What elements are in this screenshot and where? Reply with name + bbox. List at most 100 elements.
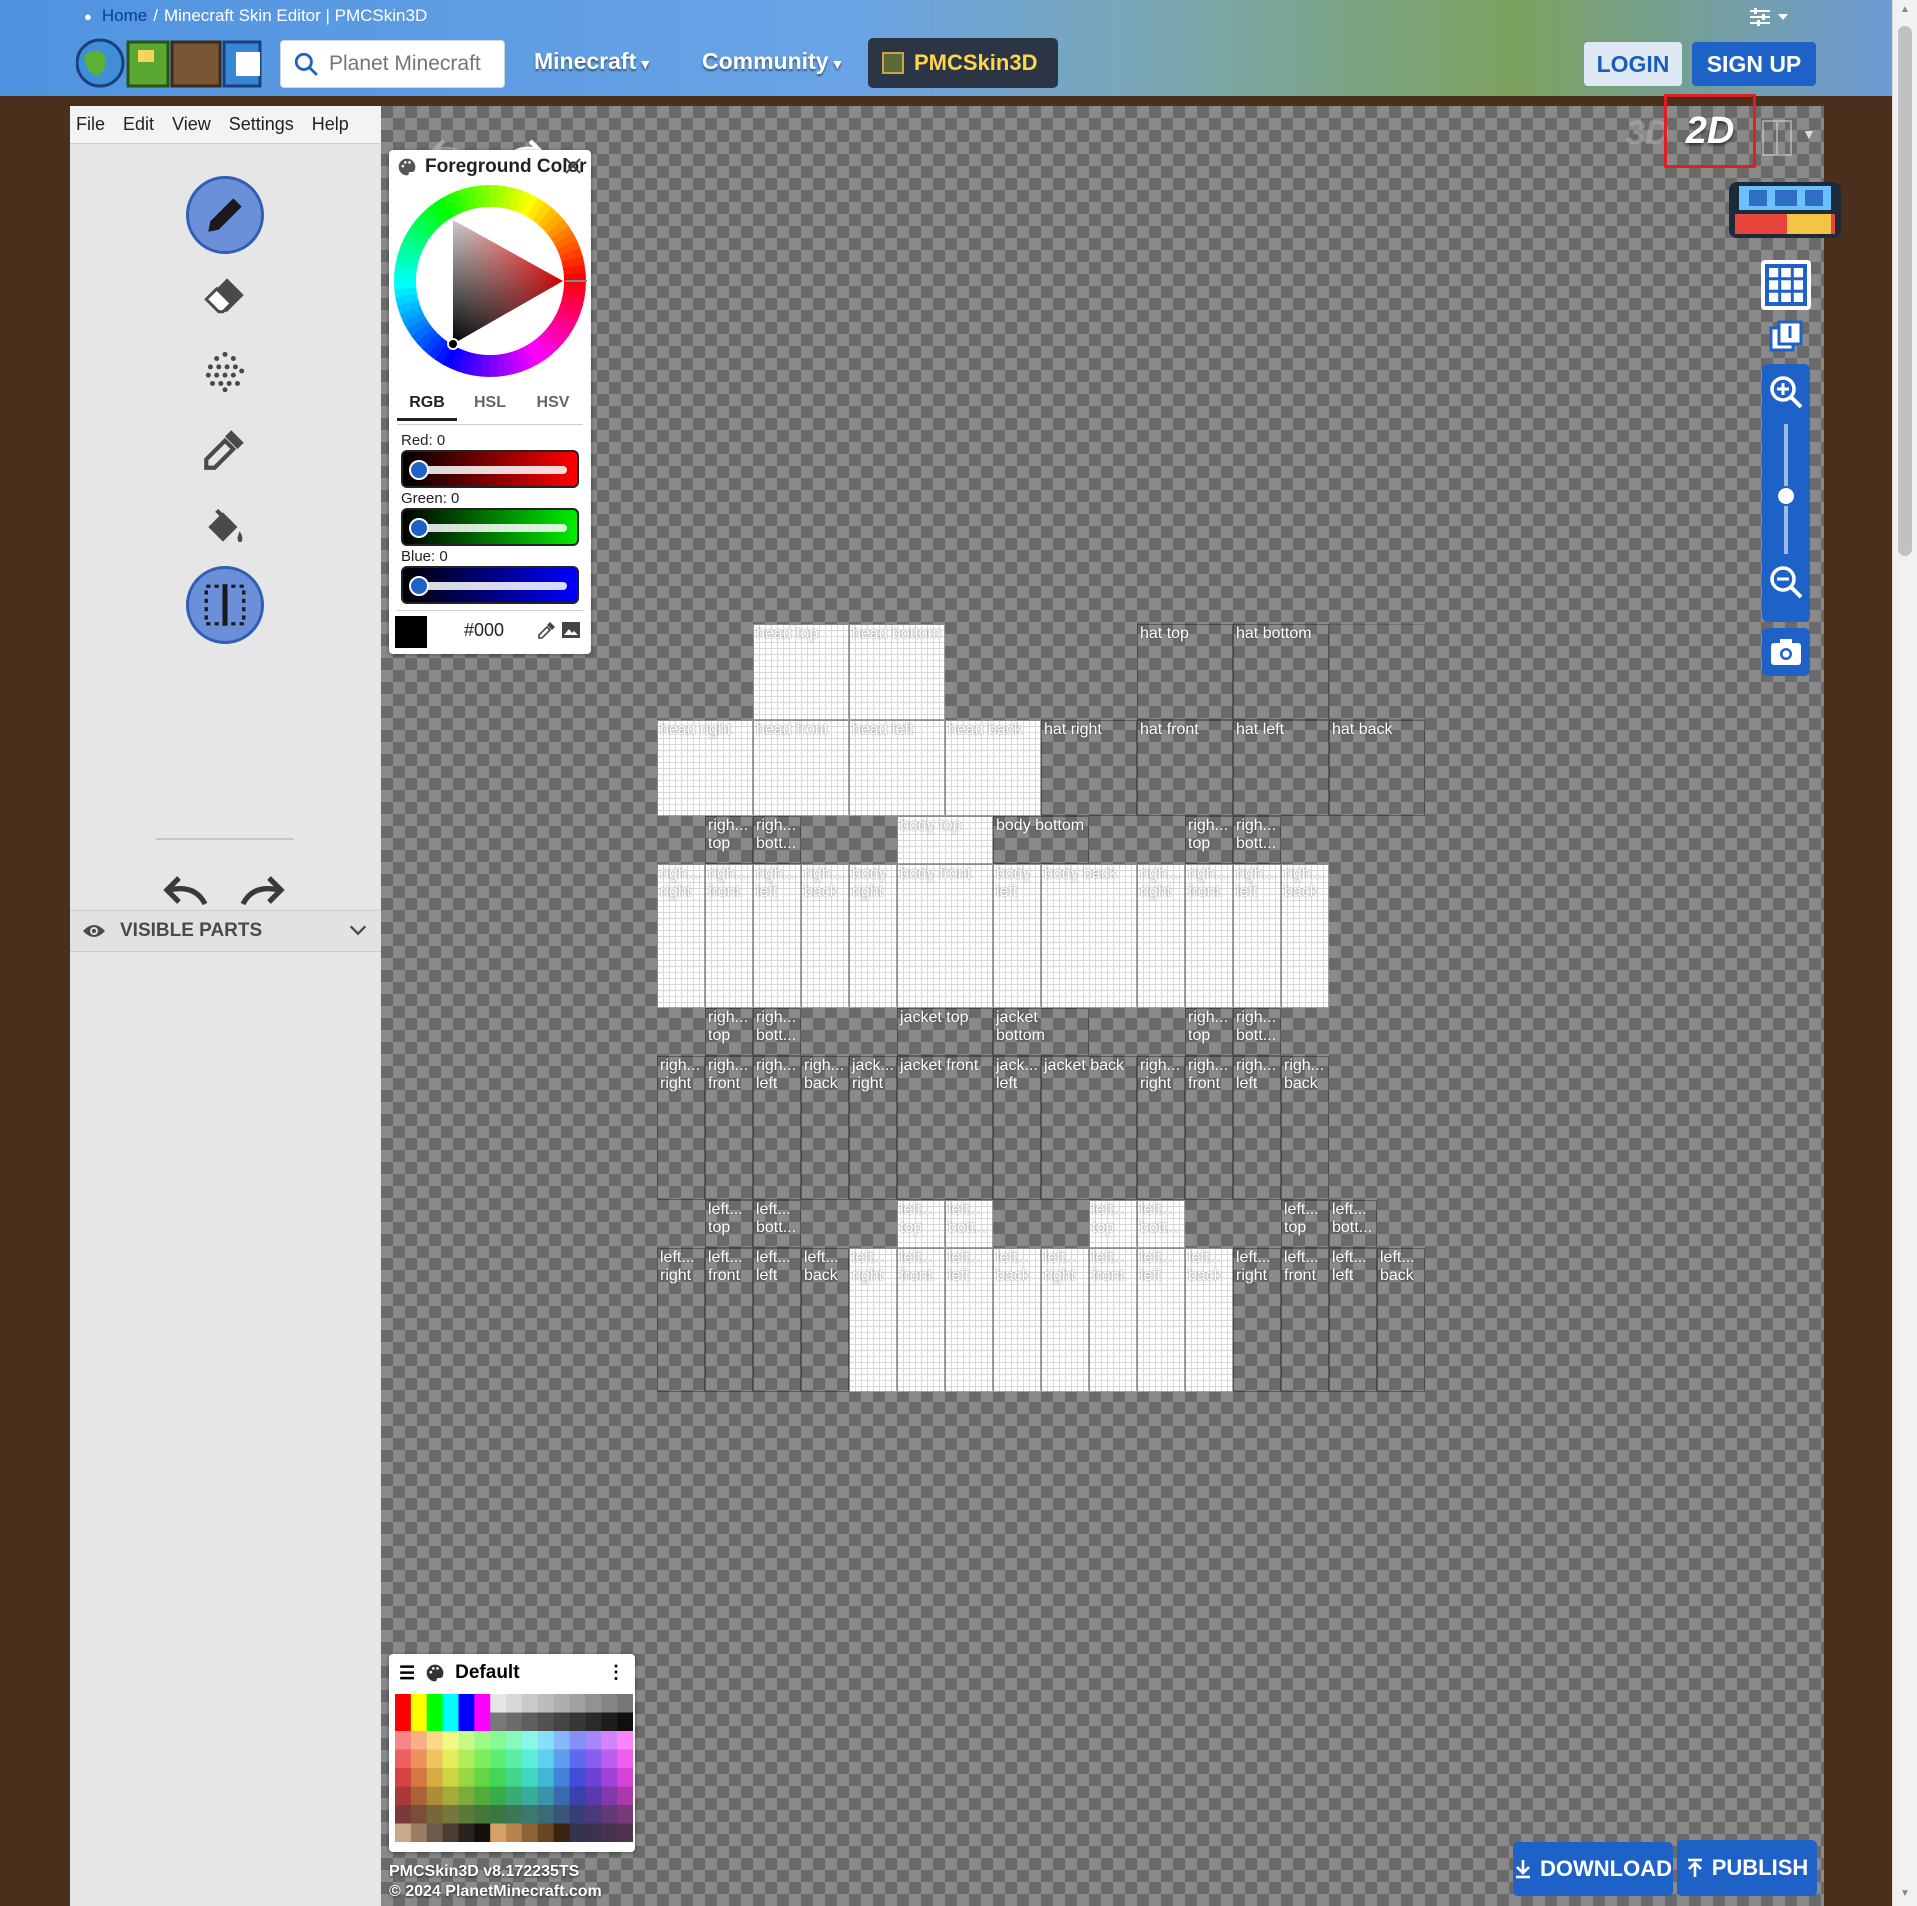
palette-swatch[interactable]: [585, 1823, 602, 1843]
palette-swatch[interactable]: [410, 1694, 428, 1713]
palette-swatch[interactable]: [521, 1805, 539, 1824]
uv-left-leg-back[interactable]: left... back: [993, 1248, 1041, 1392]
palette-swatch[interactable]: [601, 1712, 618, 1732]
palette-swatch[interactable]: [395, 1805, 412, 1824]
uv-left-arm-front[interactable]: left... front: [1089, 1248, 1137, 1392]
uv-head-front[interactable]: head front: [753, 720, 849, 816]
uv-left-pants-bottom[interactable]: left... bott...: [753, 1200, 801, 1248]
editor-canvas[interactable]: 3D 2D ▼ head top head bottom hat top hat…: [381, 94, 1841, 1906]
uv-body-left[interactable]: body left: [993, 864, 1041, 1008]
more-options-icon[interactable]: ⋮: [607, 1662, 625, 1683]
palette-swatch[interactable]: [458, 1768, 475, 1787]
palette-swatch[interactable]: [458, 1731, 475, 1750]
palette-swatch[interactable]: [553, 1823, 571, 1843]
uv-right-leg-front[interactable]: righ... front: [705, 864, 753, 1008]
palette-swatch[interactable]: [426, 1712, 444, 1732]
palette-swatch[interactable]: [395, 1712, 412, 1732]
uv-right-arm-bottom[interactable]: righ... bott...: [1233, 816, 1281, 864]
uv-right-sleeve-top[interactable]: righ... top: [1185, 1008, 1233, 1056]
scrollbar-thumb[interactable]: [1898, 26, 1912, 556]
palette-swatch[interactable]: [410, 1805, 428, 1824]
uv-hat-back[interactable]: hat back: [1329, 720, 1425, 816]
red-slider-handle[interactable]: [409, 460, 429, 480]
palette-swatch[interactable]: [521, 1749, 539, 1769]
signup-button[interactable]: SIGN UP: [1692, 42, 1816, 86]
palette-swatch[interactable]: [506, 1768, 523, 1787]
palette-swatch[interactable]: [553, 1805, 571, 1824]
uv-hat-top[interactable]: hat top: [1137, 624, 1233, 720]
palette-swatch[interactable]: [521, 1712, 539, 1732]
palette-swatch[interactable]: [410, 1712, 428, 1732]
uv-body-bottom[interactable]: body bottom: [993, 816, 1089, 864]
green-slider-handle[interactable]: [409, 518, 429, 538]
uv-right-pants-top[interactable]: righ... top: [705, 1008, 753, 1056]
uv-left-leg-right[interactable]: left... right: [849, 1248, 897, 1392]
uv-left-pants-back[interactable]: left... back: [801, 1248, 849, 1392]
uv-right-sleeve-front[interactable]: righ... front: [1185, 1056, 1233, 1200]
uv-hat-right[interactable]: hat right: [1041, 720, 1137, 816]
uv-head-left[interactable]: head left: [849, 720, 945, 816]
palette-swatch[interactable]: [490, 1768, 507, 1787]
uv-left-sleeve-top[interactable]: left... top: [1281, 1200, 1329, 1248]
uv-right-sleeve-right[interactable]: righ... right: [1137, 1056, 1185, 1200]
uv-jacket-front[interactable]: jacket front: [897, 1056, 993, 1200]
uv-hat-bottom[interactable]: hat bottom: [1233, 624, 1329, 720]
uv-left-arm-right[interactable]: left... right: [1041, 1248, 1089, 1392]
menu-edit[interactable]: Edit: [123, 114, 154, 135]
palette-swatch[interactable]: [490, 1749, 507, 1769]
tab-hsl[interactable]: HSL: [460, 394, 520, 421]
uv-jacket-left[interactable]: jack... left: [993, 1056, 1041, 1200]
uv-body-back[interactable]: body back: [1041, 864, 1137, 1008]
palette-swatch[interactable]: [569, 1731, 586, 1750]
palette-swatch[interactable]: [506, 1786, 523, 1806]
nav-community[interactable]: Community ▼: [702, 48, 844, 75]
palette-swatch[interactable]: [569, 1823, 586, 1843]
split-view-icon[interactable]: [1762, 120, 1792, 156]
login-button[interactable]: LOGIN: [1584, 42, 1682, 86]
scroll-down-icon[interactable]: ▼: [1900, 1888, 1910, 1899]
palette-swatch[interactable]: [569, 1786, 586, 1806]
search-box[interactable]: [280, 40, 505, 88]
zoom-in-icon[interactable]: [1766, 372, 1806, 412]
uv-left-pants-left[interactable]: left... left: [753, 1248, 801, 1392]
palette-swatch[interactable]: [442, 1786, 459, 1806]
uv-hat-front[interactable]: hat front: [1137, 720, 1233, 816]
palette-swatch[interactable]: [537, 1712, 555, 1732]
palette-swatch[interactable]: [617, 1768, 633, 1787]
palette-swatch[interactable]: [617, 1694, 633, 1713]
image-icon[interactable]: [561, 620, 581, 640]
palette-swatch[interactable]: [442, 1694, 459, 1713]
noise-brush-tool[interactable]: [186, 332, 264, 410]
palette-swatch[interactable]: [521, 1823, 539, 1843]
palette-swatch[interactable]: [617, 1805, 633, 1824]
palette-swatch[interactable]: [490, 1786, 507, 1806]
screenshot-camera-icon[interactable]: [1762, 628, 1810, 676]
palette-swatch[interactable]: [553, 1768, 571, 1787]
uv-right-arm-left[interactable]: righ... left: [1233, 864, 1281, 1008]
palette-swatch[interactable]: [410, 1731, 428, 1750]
uv-right-pants-front[interactable]: righ... front: [705, 1056, 753, 1200]
pmc-logo[interactable]: [76, 36, 262, 90]
uv-body-top[interactable]: body top: [897, 816, 993, 864]
palette-swatch[interactable]: [553, 1786, 571, 1806]
palette-swatch[interactable]: [585, 1749, 602, 1769]
palette-swatch[interactable]: [490, 1694, 507, 1713]
uv-left-leg-left[interactable]: left... left: [945, 1248, 993, 1392]
uv-left-arm-top[interactable]: left... top: [1089, 1200, 1137, 1248]
palette-swatch[interactable]: [410, 1749, 428, 1769]
palette-swatch[interactable]: [474, 1768, 491, 1787]
palette-swatch[interactable]: [474, 1805, 491, 1824]
uv-right-sleeve-left[interactable]: righ... left: [1233, 1056, 1281, 1200]
close-icon[interactable]: [563, 156, 583, 176]
uv-left-pants-front[interactable]: left... front: [705, 1248, 753, 1392]
palette-swatch[interactable]: [537, 1786, 555, 1806]
blue-slider-handle[interactable]: [409, 576, 429, 596]
uv-body-right[interactable]: body right: [849, 864, 897, 1008]
drag-handle-icon[interactable]: ☰: [399, 1663, 415, 1684]
palette-swatch[interactable]: [601, 1786, 618, 1806]
palette-swatch[interactable]: [521, 1768, 539, 1787]
palette-swatch[interactable]: [601, 1749, 618, 1769]
palette-swatch[interactable]: [601, 1731, 618, 1750]
palette-swatch[interactable]: [474, 1731, 491, 1750]
palette-swatch[interactable]: [585, 1712, 602, 1732]
